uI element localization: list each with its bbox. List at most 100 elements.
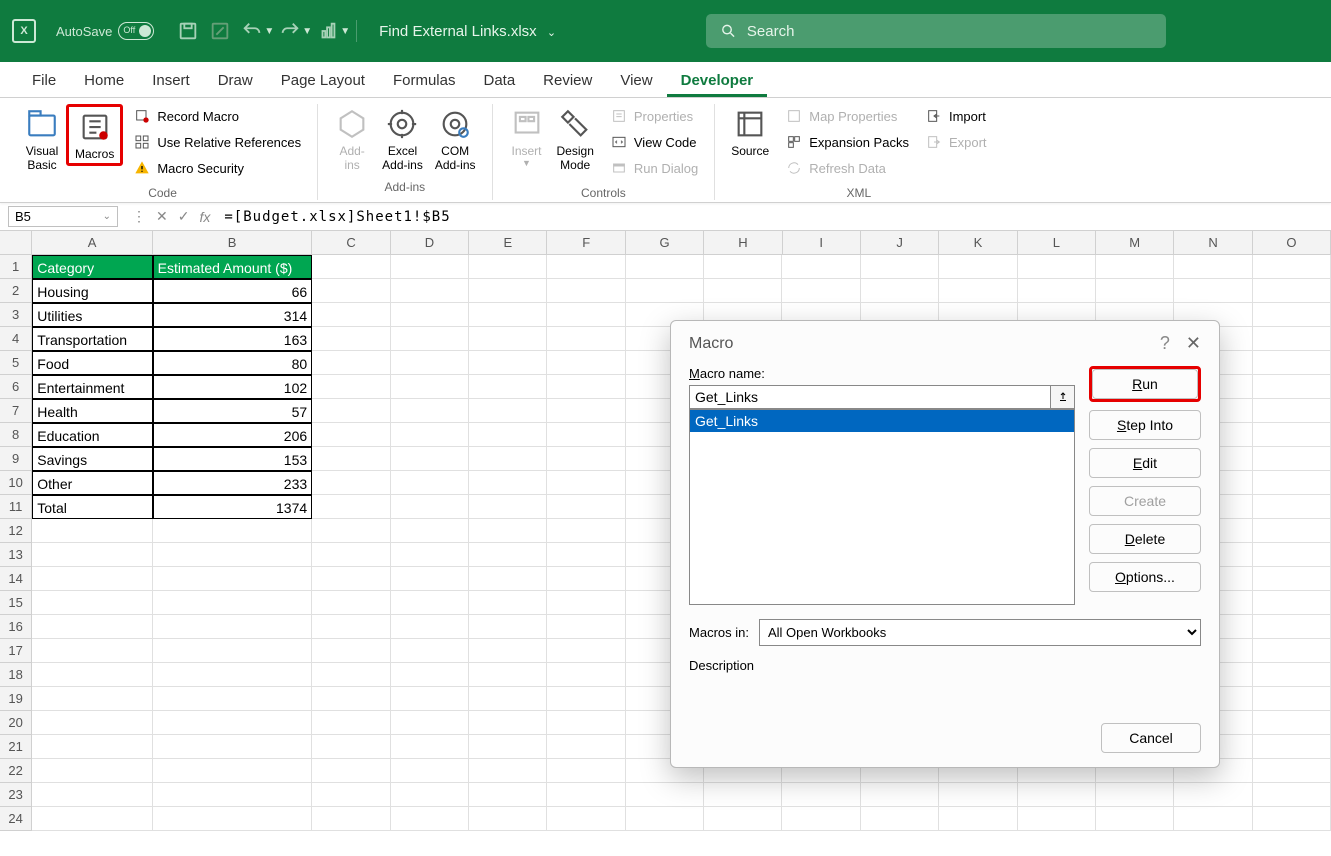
cell-F22[interactable] <box>547 759 625 783</box>
cell-C8[interactable] <box>312 423 390 447</box>
redo-dropdown-icon[interactable]: ▼ <box>302 26 312 37</box>
save-icon[interactable] <box>177 20 199 42</box>
cell-B22[interactable] <box>153 759 312 783</box>
cell-C2[interactable] <box>312 279 390 303</box>
cell-B19[interactable] <box>153 687 312 711</box>
cell-D16[interactable] <box>391 615 469 639</box>
cell-C4[interactable] <box>312 327 390 351</box>
cell-O24[interactable] <box>1253 807 1331 831</box>
cell-N23[interactable] <box>1174 783 1252 807</box>
row-header-17[interactable]: 17 <box>0 639 32 663</box>
cell-F13[interactable] <box>547 543 625 567</box>
cell-O4[interactable] <box>1253 327 1331 351</box>
row-header-16[interactable]: 16 <box>0 615 32 639</box>
cell-O6[interactable] <box>1253 375 1331 399</box>
col-header-H[interactable]: H <box>704 231 782 255</box>
cell-D7[interactable] <box>391 399 469 423</box>
cell-B4[interactable]: 163 <box>153 327 312 351</box>
dialog-close-icon[interactable]: ✕ <box>1186 333 1201 354</box>
cell-D13[interactable] <box>391 543 469 567</box>
cell-A5[interactable]: Food <box>32 351 152 375</box>
row-header-3[interactable]: 3 <box>0 303 32 327</box>
import-button[interactable]: Import <box>919 104 993 128</box>
cell-D9[interactable] <box>391 447 469 471</box>
cell-M24[interactable] <box>1096 807 1174 831</box>
cell-C23[interactable] <box>312 783 390 807</box>
cell-D21[interactable] <box>391 735 469 759</box>
cell-A10[interactable]: Other <box>32 471 152 495</box>
cell-D14[interactable] <box>391 567 469 591</box>
col-header-B[interactable]: B <box>153 231 313 255</box>
cell-A18[interactable] <box>32 663 152 687</box>
row-header-19[interactable]: 19 <box>0 687 32 711</box>
step-into-button[interactable]: Step Into <box>1089 410 1201 440</box>
cell-E3[interactable] <box>469 303 547 327</box>
name-box[interactable]: B5⌄ <box>8 206 118 227</box>
cell-F7[interactable] <box>547 399 625 423</box>
cell-O3[interactable] <box>1253 303 1331 327</box>
tab-review[interactable]: Review <box>529 64 606 97</box>
cell-A1[interactable]: Category <box>32 255 152 279</box>
cell-F3[interactable] <box>547 303 625 327</box>
cell-O11[interactable] <box>1253 495 1331 519</box>
cell-B23[interactable] <box>153 783 312 807</box>
row-header-14[interactable]: 14 <box>0 567 32 591</box>
col-header-I[interactable]: I <box>783 231 861 255</box>
cell-D1[interactable] <box>391 255 469 279</box>
cell-B13[interactable] <box>153 543 312 567</box>
row-header-12[interactable]: 12 <box>0 519 32 543</box>
tab-view[interactable]: View <box>606 64 666 97</box>
cell-O7[interactable] <box>1253 399 1331 423</box>
cell-D11[interactable] <box>391 495 469 519</box>
cell-B14[interactable] <box>153 567 312 591</box>
row-header-23[interactable]: 23 <box>0 783 32 807</box>
namebox-dropdown-icon[interactable]: ⋮ <box>132 208 146 225</box>
cell-F23[interactable] <box>547 783 625 807</box>
cell-B1[interactable]: Estimated Amount ($) <box>153 255 312 279</box>
cell-D20[interactable] <box>391 711 469 735</box>
macro-security-button[interactable]: Macro Security <box>127 156 307 180</box>
cell-A15[interactable] <box>32 591 152 615</box>
cell-F8[interactable] <box>547 423 625 447</box>
cell-B18[interactable] <box>153 663 312 687</box>
cell-D5[interactable] <box>391 351 469 375</box>
cell-F6[interactable] <box>547 375 625 399</box>
cell-F24[interactable] <box>547 807 625 831</box>
cell-D18[interactable] <box>391 663 469 687</box>
cell-G1[interactable] <box>626 255 704 279</box>
formula-input[interactable]: =[Budget.xlsx]Sheet1!$B5 <box>224 209 450 225</box>
cell-M23[interactable] <box>1096 783 1174 807</box>
design-mode-button[interactable]: Design Mode <box>551 104 600 174</box>
cell-D17[interactable] <box>391 639 469 663</box>
cell-A23[interactable] <box>32 783 152 807</box>
col-header-K[interactable]: K <box>939 231 1017 255</box>
row-header-10[interactable]: 10 <box>0 471 32 495</box>
cell-E2[interactable] <box>469 279 547 303</box>
cell-C15[interactable] <box>312 591 390 615</box>
cell-E14[interactable] <box>469 567 547 591</box>
cell-K2[interactable] <box>939 279 1017 303</box>
cell-E21[interactable] <box>469 735 547 759</box>
cell-E22[interactable] <box>469 759 547 783</box>
chevron-down-icon[interactable]: ⌄ <box>547 27 556 39</box>
cell-B16[interactable] <box>153 615 312 639</box>
macro-name-input[interactable] <box>689 385 1051 409</box>
accept-formula-icon[interactable]: ✓ <box>178 208 190 225</box>
cell-O13[interactable] <box>1253 543 1331 567</box>
cell-N24[interactable] <box>1174 807 1252 831</box>
cell-E4[interactable] <box>469 327 547 351</box>
record-macro-button[interactable]: Record Macro <box>127 104 307 128</box>
cell-D4[interactable] <box>391 327 469 351</box>
cell-I2[interactable] <box>782 279 860 303</box>
cell-D8[interactable] <box>391 423 469 447</box>
cell-L1[interactable] <box>1018 255 1096 279</box>
cell-E17[interactable] <box>469 639 547 663</box>
cell-D15[interactable] <box>391 591 469 615</box>
cell-L2[interactable] <box>1018 279 1096 303</box>
cell-A13[interactable] <box>32 543 152 567</box>
cell-B21[interactable] <box>153 735 312 759</box>
cell-G2[interactable] <box>626 279 704 303</box>
cell-A14[interactable] <box>32 567 152 591</box>
cell-O10[interactable] <box>1253 471 1331 495</box>
cell-G23[interactable] <box>626 783 704 807</box>
